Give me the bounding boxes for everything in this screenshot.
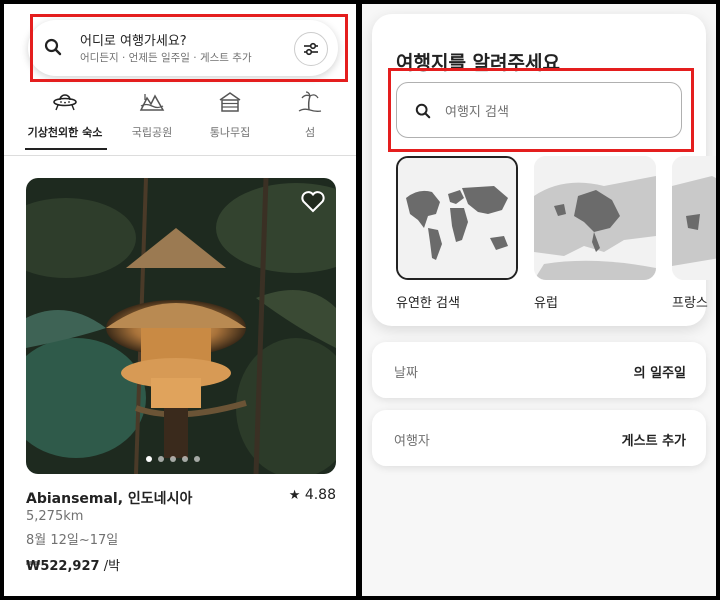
- national-park-icon: [139, 94, 165, 111]
- search-bar[interactable]: 어디로 여행가세요? 어디든지 · 언제든 일주일 · 게스트 추가: [28, 20, 338, 76]
- destination-panel: 여행지를 알려주세요 여행지 검색 유연한 검색 유럽 프랑스 날짜 의 일주일…: [362, 4, 716, 596]
- pagination-dot: [158, 456, 164, 462]
- world-map-image: [398, 158, 516, 278]
- pagination-dot: [146, 456, 152, 462]
- listing-distance: 5,275km: [26, 509, 84, 524]
- page-title: 여행지를 알려주세요: [396, 52, 560, 74]
- destination-search-input[interactable]: 여행지 검색: [396, 82, 682, 138]
- tab-label: 국립공원: [131, 126, 173, 139]
- price-unit: /박: [99, 559, 121, 574]
- photo-pagination: [146, 447, 206, 466]
- treehouse-photo: [26, 178, 336, 474]
- rating-value: 4.88: [304, 487, 336, 503]
- listing-photo[interactable]: [26, 178, 336, 474]
- tab-label: 섬: [304, 126, 316, 139]
- region-europe[interactable]: [534, 156, 656, 280]
- search-placeholder: 여행지 검색: [445, 105, 509, 120]
- region-flexible[interactable]: [396, 156, 518, 280]
- date-label: 날짜: [394, 366, 418, 381]
- tab-cabins[interactable]: 통나무집: [188, 90, 272, 156]
- active-tab-indicator: [25, 148, 107, 150]
- tab-label: 기상천외한 숙소: [27, 126, 103, 139]
- search-subtitle: 어디든지 · 언제든 일주일 · 게스트 추가: [80, 52, 252, 64]
- category-divider: [4, 155, 356, 156]
- search-icon: [415, 103, 431, 119]
- pagination-dot: [194, 456, 200, 462]
- tab-unique-stays[interactable]: 기상천외한 숙소: [23, 90, 107, 156]
- region-france[interactable]: [672, 156, 716, 280]
- pagination-dot: [170, 456, 176, 462]
- date-value: 의 일주일: [633, 366, 686, 381]
- region-label: 프랑스: [672, 296, 708, 311]
- search-icon: [44, 38, 62, 56]
- europe-map-image: [534, 156, 656, 280]
- explore-panel: 어디로 여행가세요? 어디든지 · 언제든 일주일 · 게스트 추가 기상천외한…: [4, 4, 356, 596]
- listing-rating: ★ 4.88: [289, 487, 336, 503]
- filter-button[interactable]: [294, 32, 328, 66]
- tab-label: 통나무집: [209, 126, 251, 139]
- region-label: 유럽: [534, 296, 558, 311]
- price-amount: ₩522,927: [26, 559, 100, 574]
- filter-icon: [304, 42, 318, 56]
- guest-value: 게스트 추가: [621, 434, 686, 449]
- ufo-icon: [53, 94, 77, 111]
- tab-islands[interactable]: 섬: [268, 90, 352, 156]
- france-map-image: [672, 156, 716, 280]
- search-title: 어디로 여행가세요?: [80, 34, 187, 49]
- listing-dates: 8월 12일~17일: [26, 533, 119, 548]
- destination-card: 여행지를 알려주세요 여행지 검색 유연한 검색 유럽 프랑스: [372, 14, 716, 326]
- region-label: 유연한 검색: [396, 296, 460, 311]
- heart-icon[interactable]: [300, 190, 326, 214]
- date-row[interactable]: 날짜 의 일주일: [372, 342, 706, 398]
- pagination-dot: [182, 456, 188, 462]
- guest-label: 여행자: [394, 434, 430, 449]
- star-icon: ★: [288, 488, 301, 503]
- cabin-icon: [219, 92, 241, 112]
- category-tabs: 기상천외한 숙소 국립공원 통나무집 섬: [4, 90, 356, 160]
- guest-row[interactable]: 여행자 게스트 추가: [372, 410, 706, 466]
- tab-national-parks[interactable]: 국립공원: [110, 90, 194, 156]
- island-icon: [298, 91, 322, 112]
- listing-price: ₩522,927 /박: [26, 555, 120, 574]
- listing-title[interactable]: Abiansemal, 인도네시아: [26, 488, 192, 508]
